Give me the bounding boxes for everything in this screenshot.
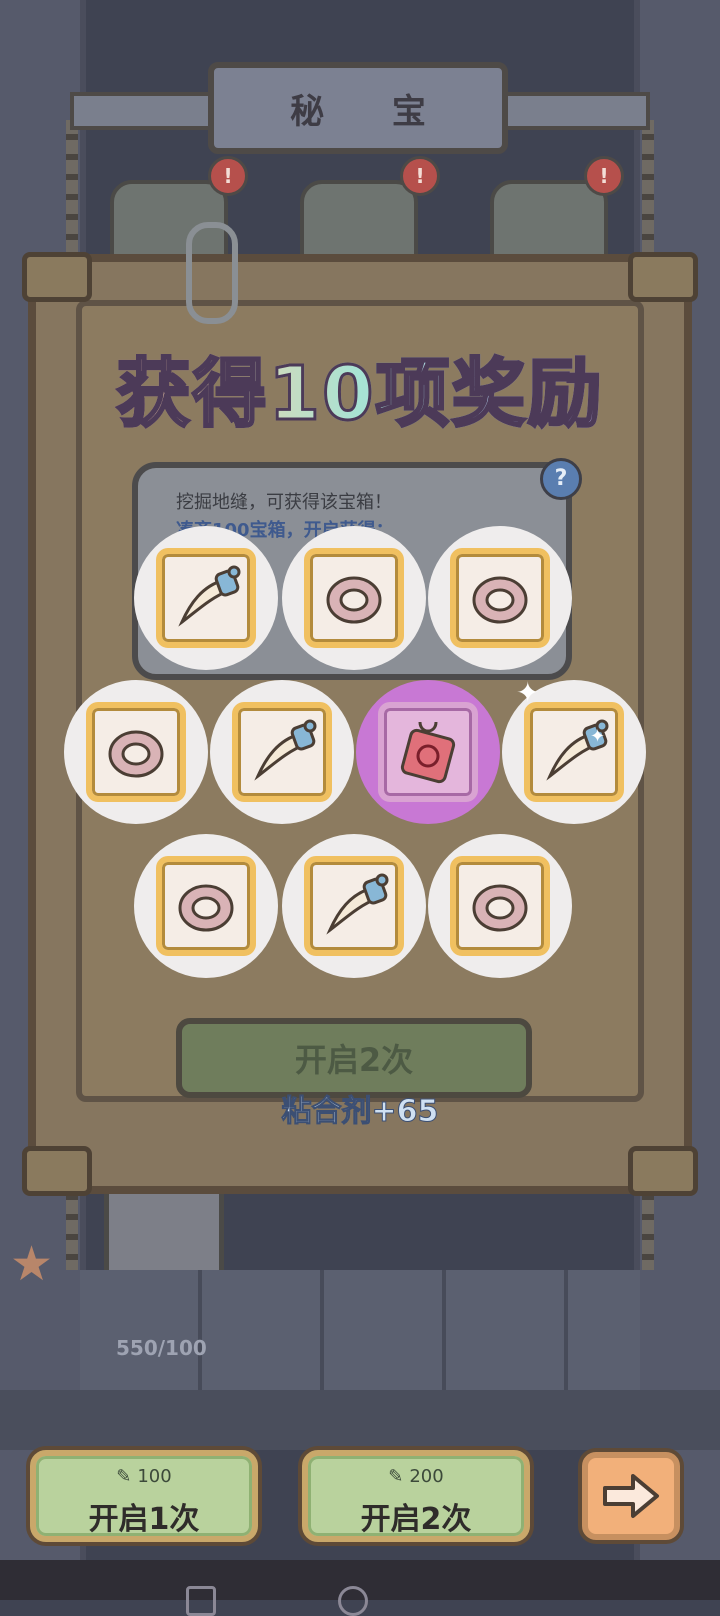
starfish-icon: ★ bbox=[10, 1236, 54, 1292]
sparkle-icon: ✦ bbox=[516, 676, 540, 709]
seabed-floor bbox=[0, 1390, 720, 1450]
sparkle-icon: ✦ bbox=[590, 726, 606, 747]
alert-badge: ! bbox=[208, 156, 248, 196]
help-icon[interactable]: ? bbox=[540, 458, 582, 500]
reward-item[interactable] bbox=[428, 526, 572, 670]
open-twice-label: 开启2次 bbox=[360, 1502, 472, 1537]
board-corner bbox=[22, 1146, 92, 1196]
reward-tile bbox=[86, 702, 186, 802]
glue-tube-icon: ✎ bbox=[116, 1466, 132, 1487]
reward-tile bbox=[156, 856, 256, 956]
glue-reward-text: 粘合剂+65 bbox=[281, 1094, 439, 1130]
info-text: 挖掘地缝，可获得该宝箱！ bbox=[176, 492, 392, 513]
arrow-right-icon bbox=[603, 1474, 659, 1518]
board-corner bbox=[628, 1146, 698, 1196]
progress-counter: 550/100 bbox=[116, 1336, 207, 1360]
reward-headline: 获得10项奖励 bbox=[0, 334, 720, 441]
fang-charm-icon bbox=[178, 565, 241, 627]
reward-tile bbox=[450, 856, 550, 956]
open-once-button[interactable]: ✎ 100 开启1次 bbox=[30, 1450, 258, 1542]
board-corner bbox=[628, 252, 698, 302]
reward-item[interactable] bbox=[210, 680, 354, 824]
ring-icon bbox=[326, 576, 382, 624]
ring-icon bbox=[472, 884, 528, 932]
cost-value: 100 bbox=[137, 1466, 172, 1487]
alert-badge: ! bbox=[584, 156, 624, 196]
reward-tile bbox=[156, 548, 256, 648]
reward-tile bbox=[378, 702, 478, 802]
title-plaque: 秘 宝 bbox=[208, 62, 508, 154]
pipe-right bbox=[502, 92, 650, 130]
cost-value: 200 bbox=[409, 1466, 444, 1487]
home-button[interactable] bbox=[338, 1586, 368, 1616]
reward-item[interactable] bbox=[134, 834, 278, 978]
reward-tile bbox=[304, 548, 404, 648]
reward-item[interactable] bbox=[282, 526, 426, 670]
open-once-label: 开启1次 bbox=[88, 1502, 200, 1537]
reward-item[interactable] bbox=[64, 680, 208, 824]
open-twice-panel-label: 开启2次 bbox=[294, 1041, 414, 1079]
reward-tile bbox=[232, 702, 332, 802]
reward-item[interactable] bbox=[134, 526, 278, 670]
reward-item-rare[interactable] bbox=[356, 680, 500, 824]
glue-tube-icon: ✎ bbox=[388, 1466, 404, 1487]
fang-charm-icon bbox=[326, 873, 389, 935]
fang-charm-icon bbox=[254, 719, 317, 781]
reward-tile bbox=[524, 702, 624, 802]
reward-tile bbox=[450, 548, 550, 648]
ring-icon bbox=[108, 730, 164, 778]
reward-item[interactable] bbox=[282, 834, 426, 978]
ring-icon bbox=[472, 576, 528, 624]
ring-icon bbox=[178, 884, 234, 932]
reward-tile bbox=[304, 856, 404, 956]
reward-item[interactable] bbox=[428, 834, 572, 978]
recent-apps-button[interactable] bbox=[186, 1586, 216, 1616]
red-talisman-icon bbox=[400, 721, 456, 784]
paper-clip-icon bbox=[186, 222, 238, 324]
floor-tiles bbox=[80, 1270, 640, 1390]
next-button[interactable] bbox=[582, 1452, 680, 1540]
cost-row: ✎ 100 bbox=[36, 1466, 252, 1487]
open-twice-button[interactable]: ✎ 200 开启2次 bbox=[302, 1450, 530, 1542]
page-title: 秘 宝 bbox=[290, 91, 454, 132]
alert-badge: ! bbox=[400, 156, 440, 196]
cost-row: ✎ 200 bbox=[308, 1466, 524, 1487]
pipe-left bbox=[70, 92, 218, 130]
board-corner bbox=[22, 252, 92, 302]
